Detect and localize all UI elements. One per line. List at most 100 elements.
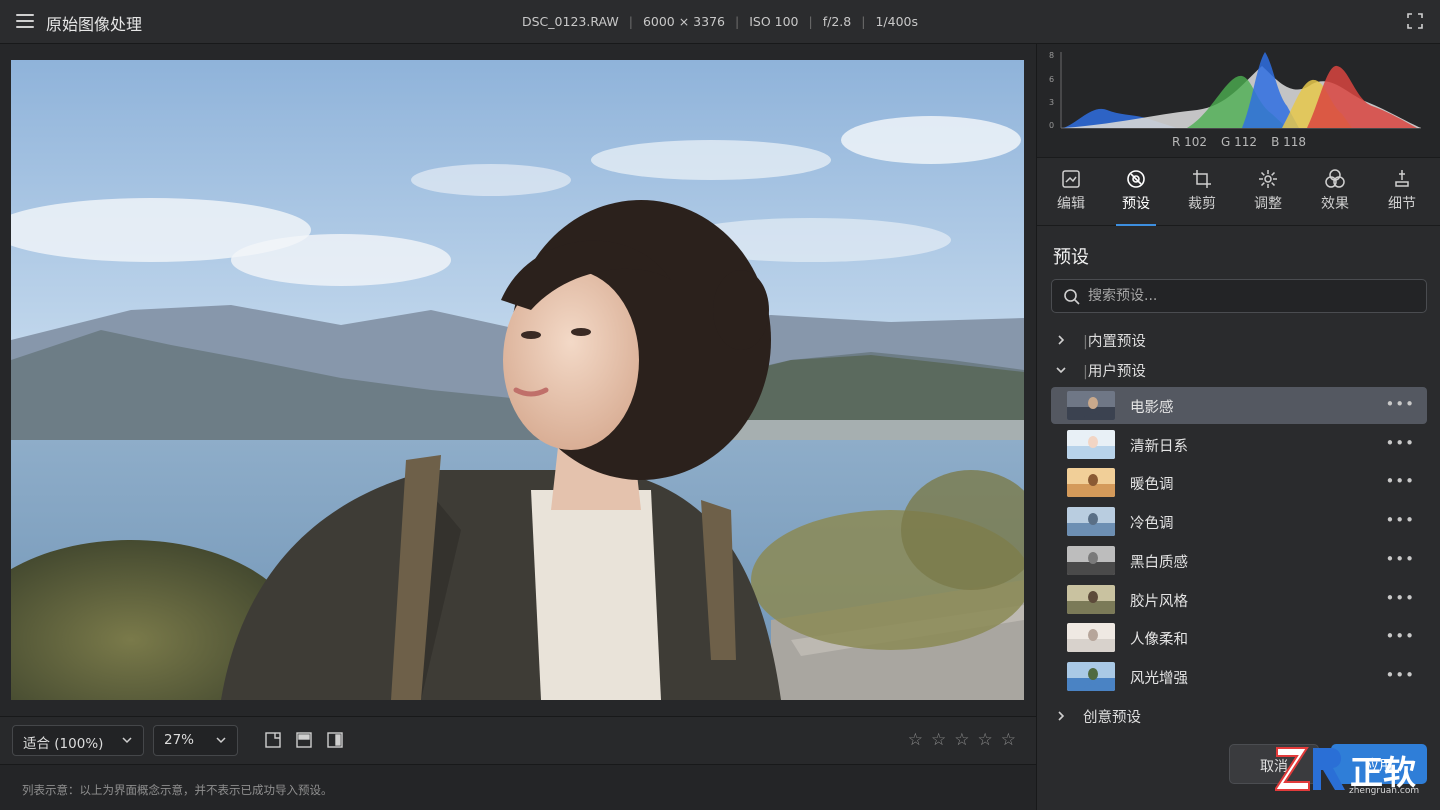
presets-title: 预设 xyxy=(1053,247,1089,268)
tab-adjust[interactable]: 调整 xyxy=(1240,168,1296,226)
more-options-icon[interactable]: ••• xyxy=(1385,627,1415,645)
histo-tick-6: 6 xyxy=(1049,75,1054,84)
tab-effects[interactable]: 效果 xyxy=(1307,168,1363,226)
chevron-down-icon xyxy=(1056,367,1066,374)
preset-label: 风光增强 xyxy=(1130,670,1188,687)
panel-tabs: 编辑 预设 裁剪 调整 效果 细节 xyxy=(1037,158,1440,226)
search-input[interactable] xyxy=(1088,286,1408,306)
tab-edit-label: 编辑 xyxy=(1057,196,1085,212)
rating-stars: ☆ ☆ ☆ ☆ ☆ xyxy=(908,730,1016,750)
fit-mode-select[interactable]: 适合 (100%) xyxy=(12,725,144,756)
preset-item[interactable]: 电影感 ••• xyxy=(1051,387,1427,424)
status-bar: 列表示意：以上为界面概念示意，并不表示已成功导入预设。 xyxy=(0,764,1036,810)
preset-label: 胶片风格 xyxy=(1130,593,1188,610)
more-options-icon[interactable]: ••• xyxy=(1385,434,1415,452)
chevron-right-icon xyxy=(1058,335,1065,345)
chevron-down-icon xyxy=(216,737,226,744)
preset-search xyxy=(1051,279,1427,313)
view-toolbar: 适合 (100%) 27% ☆ ☆ ☆ ☆ ☆ xyxy=(0,716,1036,764)
preset-item[interactable]: 黑白质感 ••• xyxy=(1051,542,1427,579)
preset-label: 人像柔和 xyxy=(1130,632,1188,649)
detail-icon xyxy=(1395,170,1409,187)
zoom-select[interactable]: 27% xyxy=(153,725,238,756)
chevron-right-icon xyxy=(1058,711,1065,721)
meta-dimensions: 6000 × 3376 xyxy=(642,14,725,29)
more-options-icon[interactable]: ••• xyxy=(1385,395,1415,413)
image-metadata: DSC_0123.RAW | 6000 × 3376 | ISO 100 | f/2.8 | 1… xyxy=(522,14,918,29)
rgb-readout: R 102 G 112 B 118 xyxy=(1037,135,1440,149)
tab-adjust-label: 调整 xyxy=(1254,196,1282,212)
watermark-logo: 正软 zhengruan.com xyxy=(1273,744,1440,800)
more-options-icon[interactable]: ••• xyxy=(1385,589,1415,607)
split-horizontal-icon[interactable] xyxy=(296,732,312,748)
more-options-icon[interactable]: ••• xyxy=(1385,550,1415,568)
tab-presets-label: 预设 xyxy=(1122,196,1150,212)
fit-mode-value: 适合 (100%) xyxy=(23,736,104,752)
preset-item[interactable]: 胶片风格 ••• xyxy=(1051,581,1427,618)
zr-logo-icon xyxy=(1273,747,1345,791)
rgb-r: R 102 xyxy=(1171,135,1208,149)
tab-detail-label: 细节 xyxy=(1388,196,1416,212)
status-text: 列表示意：以上为界面概念示意，并不表示已成功导入预设。 xyxy=(22,783,333,797)
preset-item[interactable]: 风光增强 ••• xyxy=(1051,658,1427,695)
star-icon[interactable]: ☆ xyxy=(1001,730,1016,750)
group-user-label: |用户预设 xyxy=(1083,364,1146,380)
histogram-chart: 8 6 3 0 xyxy=(1049,51,1421,130)
preset-thumbnail xyxy=(1067,391,1115,420)
preset-label: 黑白质感 xyxy=(1130,554,1188,571)
tab-detail[interactable]: 细节 xyxy=(1374,168,1430,226)
image-canvas[interactable] xyxy=(0,44,1036,716)
split-vertical-icon[interactable] xyxy=(327,732,343,748)
star-icon[interactable]: ☆ xyxy=(908,730,923,750)
preset-thumbnail xyxy=(1067,584,1115,614)
meta-shutter: 1/400s xyxy=(875,14,918,29)
crop-icon xyxy=(1193,170,1211,188)
adjust-icon xyxy=(1259,170,1277,188)
group-user-text: 用户预设 xyxy=(1087,364,1146,380)
histo-tick-3: 3 xyxy=(1049,98,1054,107)
meta-iso: ISO 100 xyxy=(749,14,799,29)
preset-thumbnail xyxy=(1067,545,1115,575)
zoom-value: 27% xyxy=(164,732,195,748)
histo-tick-0: 0 xyxy=(1049,121,1054,130)
meta-aperture: f/2.8 xyxy=(822,14,852,29)
preset-label: 清新日系 xyxy=(1130,438,1188,455)
chevron-down-icon xyxy=(122,737,132,744)
preset-item[interactable]: 冷色调 ••• xyxy=(1051,503,1427,540)
preset-thumbnail xyxy=(1067,468,1115,498)
tab-crop-label: 裁剪 xyxy=(1188,196,1216,212)
more-options-icon[interactable]: ••• xyxy=(1385,511,1415,529)
star-icon[interactable]: ☆ xyxy=(954,730,969,750)
preset-icon xyxy=(1127,170,1145,188)
preset-label: 暖色调 xyxy=(1130,477,1174,494)
watermark-url: zhengruan.com xyxy=(1349,786,1420,796)
preset-thumbnail xyxy=(1067,429,1115,459)
preset-thumbnail xyxy=(1067,623,1115,653)
more-options-icon[interactable]: ••• xyxy=(1385,666,1415,684)
title-bar: 原始图像处理 DSC_0123.RAW | 6000 × 3376 | ISO 100 |… xyxy=(0,0,1440,44)
photo-preview[interactable] xyxy=(11,60,1024,700)
edit-icon xyxy=(1062,170,1080,188)
preset-item[interactable]: 人像柔和 ••• xyxy=(1051,619,1427,656)
rgb-g: G 112 xyxy=(1221,135,1258,149)
preset-thumbnail xyxy=(1067,661,1115,691)
side-panel: 8 6 3 0 R 102 G 112 B 118 编辑 预设 裁剪 调整 效果… xyxy=(1036,44,1440,810)
tab-edit[interactable]: 编辑 xyxy=(1043,168,1099,226)
preset-item[interactable]: 暖色调 ••• xyxy=(1051,464,1427,501)
fullscreen-icon[interactable] xyxy=(1407,13,1423,29)
more-options-icon[interactable]: ••• xyxy=(1385,472,1415,490)
preset-thumbnail xyxy=(1067,507,1115,537)
preset-item[interactable]: 清新日系 ••• xyxy=(1051,426,1427,463)
group-creative-label: 创意预设 xyxy=(1083,710,1141,726)
tab-crop[interactable]: 裁剪 xyxy=(1174,168,1230,226)
histo-tick-8: 8 xyxy=(1049,51,1054,60)
search-icon xyxy=(1064,289,1080,305)
star-icon[interactable]: ☆ xyxy=(978,730,993,750)
group-builtin-label: |内置预设 xyxy=(1083,334,1146,350)
star-icon[interactable]: ☆ xyxy=(931,730,946,750)
tab-presets[interactable]: 预设 xyxy=(1108,168,1164,226)
single-view-icon[interactable] xyxy=(265,732,281,748)
histogram: 8 6 3 0 R 102 G 112 B 118 xyxy=(1037,44,1440,158)
preset-label: 电影感 xyxy=(1130,400,1174,416)
group-builtin-text: 内置预设 xyxy=(1087,334,1146,350)
